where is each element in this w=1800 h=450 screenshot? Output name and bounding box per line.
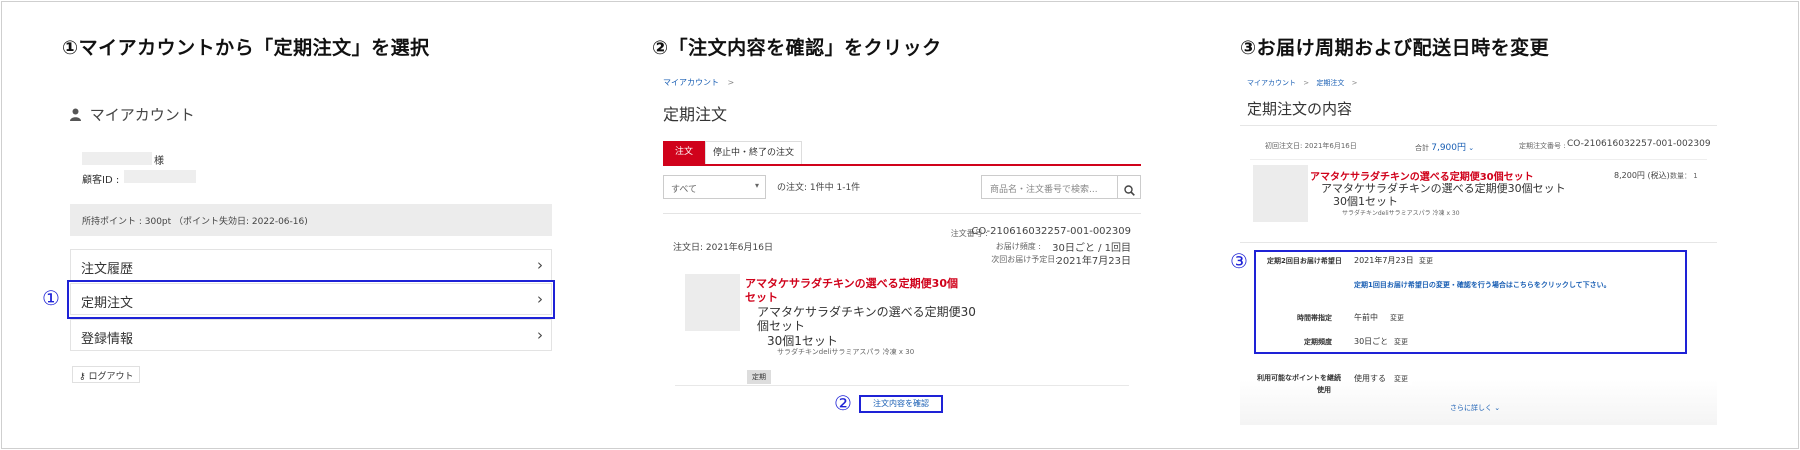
more-details-link[interactable]: さらに詳しく ⌄: [1450, 403, 1500, 413]
summary-divider-top: [1240, 125, 1717, 126]
panel-detail: ③お届け周期および配送日時を変更 マイアカウント > 定期注文 > 定期注文の内…: [1200, 0, 1800, 450]
user-icon: [70, 107, 81, 121]
breadcrumb-separator: >: [727, 78, 735, 87]
marker-2: ②: [834, 391, 852, 415]
search-button[interactable]: [1118, 175, 1141, 199]
chevron-right-icon: ›: [537, 256, 543, 274]
breadcrumb-subscription-link[interactable]: 定期注文: [1316, 79, 1344, 87]
highlight-delivery-settings: [1254, 250, 1687, 354]
points-continue-label-1: 利用可能なポイントを継続: [1257, 374, 1341, 382]
name-suffix: 様: [154, 156, 164, 167]
step3-title: ③お届け周期および配送日時を変更: [1240, 37, 1550, 59]
menu-registration[interactable]: 登録情報 ›: [70, 319, 552, 351]
step1-title: ①マイアカウントから「定期注文」を選択: [62, 37, 430, 59]
points-text: 所持ポイント : 300pt （ポイント失効日: 2022-06-16): [82, 217, 308, 227]
logout-button[interactable]: ⚷ ログアウト: [72, 366, 141, 383]
confirm-order-label: 注文内容を確認: [873, 399, 929, 408]
chevron-right-icon: ›: [537, 326, 543, 344]
detail-price: 8,200円 (税込): [1614, 171, 1670, 180]
detail-product-image: [1253, 165, 1308, 222]
account-title: マイアカウント: [89, 106, 195, 124]
first-order-date: 初回注文日: 2021年6月16日: [1265, 142, 1357, 150]
search-placeholder: 商品名・注文番号で検索...: [990, 185, 1098, 195]
highlight-subscription: [67, 280, 555, 319]
status-filter-select[interactable]: すべて ▾: [663, 175, 766, 199]
menu-order-history[interactable]: 注文履歴 ›: [70, 249, 552, 281]
breadcrumb-account-link[interactable]: マイアカウント: [1247, 79, 1296, 87]
breadcrumb-separator: >: [1351, 79, 1358, 87]
breadcrumb-account-link[interactable]: マイアカウント: [663, 78, 719, 87]
panel-account: ①マイアカウントから「定期注文」を選択 マイアカウント 様 顧客ID : 所持ポ…: [0, 0, 600, 450]
confirm-order-button[interactable]: 注文内容を確認: [859, 395, 943, 413]
marker-1: ①: [42, 286, 60, 310]
points-box: 所持ポイント : 300pt （ポイント失効日: 2022-06-16): [70, 204, 552, 236]
detail-product-option: サラダチキンdeliサラミアスパラ 冷凍 x 30: [1342, 210, 1460, 217]
order-card: 注文番号 : CO-210616032257-001-002309 注文日: 2…: [663, 213, 1141, 387]
total-summary[interactable]: 合計 7,900円 ⌄: [1415, 140, 1474, 153]
menu-registration-label: 登録情報: [81, 332, 134, 347]
breadcrumb-separator: >: [1303, 79, 1310, 87]
detail-page-title: 定期注文の内容: [1247, 100, 1353, 118]
total-value: 7,900円: [1431, 143, 1466, 153]
tab-active-orders[interactable]: 注文: [663, 141, 705, 164]
next-date-value: 2021年7月23日: [1056, 256, 1131, 267]
account-header: マイアカウント: [70, 104, 195, 125]
orders-page-title: 定期注文: [663, 105, 728, 124]
order-search-input[interactable]: 商品名・注文番号で検索...: [981, 175, 1118, 199]
product-image: [685, 274, 740, 331]
frequency-label: お届け頻度 :: [995, 242, 1041, 251]
customer-id-redacted: [124, 170, 196, 183]
next-date-label: 次回お届け予定日:: [991, 255, 1058, 264]
menu-order-history-label: 注文履歴: [81, 262, 134, 277]
subscription-badge: 定期: [747, 370, 771, 384]
filter-value: すべて: [671, 185, 698, 195]
search-icon: [1123, 185, 1135, 196]
summary-divider: [1250, 159, 1707, 160]
change-points-button[interactable]: 変更: [1390, 373, 1412, 385]
order-number: CO-210616032257-001-002309: [971, 226, 1131, 237]
product-option: サラダチキンdeliサラミアスパラ 冷凍 x 30: [777, 348, 915, 356]
detail-quantity: 数量： 1: [1670, 172, 1698, 180]
order-card-divider: [675, 385, 1129, 386]
marker-3: ③: [1230, 249, 1248, 273]
customer-name-redacted: [82, 152, 152, 165]
points-continue-label-2: 使用: [1317, 386, 1331, 394]
points-continue-value: 使用する: [1354, 374, 1386, 383]
caret-down-icon: ▾: [754, 181, 759, 190]
orders-breadcrumb: マイアカウント >: [663, 77, 734, 88]
tab-underline: [663, 164, 1141, 166]
chevron-down-icon: ⌄: [1468, 144, 1475, 152]
detail-breadcrumb: マイアカウント > 定期注文 >: [1247, 78, 1357, 88]
step2-title: ②「注文内容を確認」をクリック: [652, 37, 942, 59]
order-count: の注文: 1件中 1-1件: [777, 183, 861, 193]
total-label: 合計: [1415, 144, 1429, 152]
tab-active-label: 注文: [674, 147, 693, 157]
tab-stopped-orders[interactable]: 停止中・終了の注文: [705, 141, 802, 164]
detail-order-number-label: 定期注文番号 :: [1519, 142, 1566, 150]
detail-order-number: CO-210616032257-001-002309: [1567, 139, 1711, 149]
logout-label: ログアウト: [88, 372, 134, 382]
customer-id-label: 顧客ID :: [82, 175, 120, 186]
key-icon: ⚷: [79, 372, 86, 382]
panel-orders: ②「注文内容を確認」をクリック マイアカウント > 定期注文 注文 停止中・終了…: [600, 0, 1200, 450]
tab-inactive-label: 停止中・終了の注文: [712, 148, 794, 158]
detail-product-sub2: 30個1セット: [1333, 195, 1398, 208]
order-date: 注文日: 2021年6月16日: [673, 243, 773, 253]
delivery-divider: [1240, 242, 1717, 243]
